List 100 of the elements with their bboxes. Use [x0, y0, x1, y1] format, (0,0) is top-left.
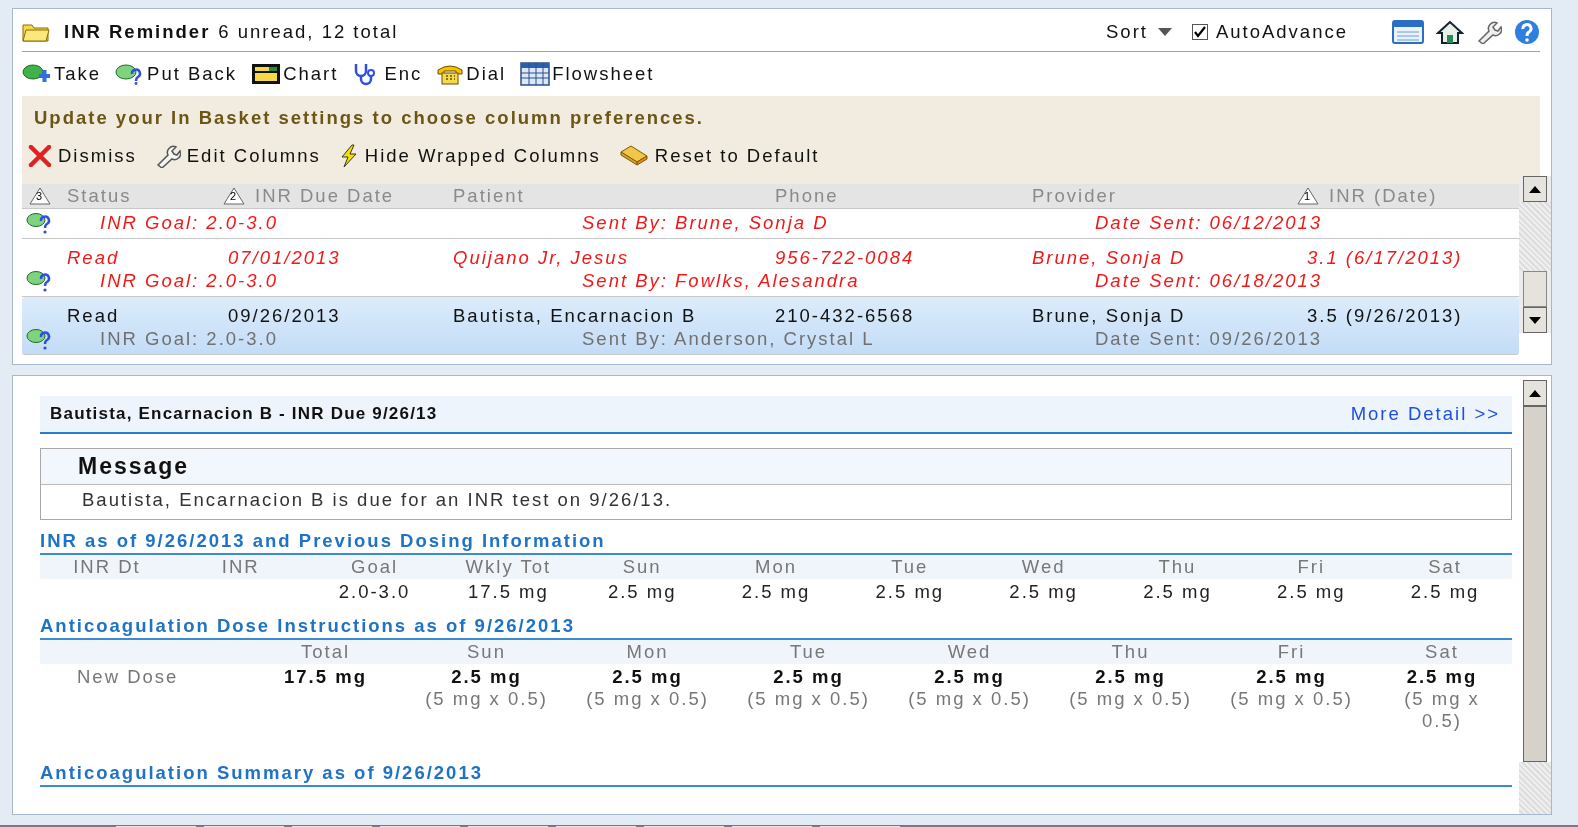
column-header: Total [245, 640, 406, 664]
column-header: Sun [575, 555, 710, 579]
column-header: Fri [1244, 555, 1379, 579]
table-cell-text: 956-722-0084 [775, 247, 916, 269]
table-cell-text: 210-432-6568 [775, 305, 916, 327]
scroll-up-button[interactable] [1523, 380, 1547, 406]
layout-icon[interactable] [1392, 20, 1424, 44]
sort-rank-icon: 1 [1297, 187, 1319, 205]
detail-title: Bautista, Encarnacion B - INR Due 9/26/13 [50, 404, 438, 424]
table-cell-text: 2.5 mg [874, 580, 946, 604]
scrollbar[interactable] [1519, 380, 1551, 814]
column-header: Tue [728, 640, 889, 664]
message-row[interactable]: INR Goal: 2.0-3.0 Sent By: Brune, Sonja D Date Sent: 06/12/2013 [22, 209, 1519, 239]
toolbar-button[interactable]: Enc [352, 62, 423, 86]
column-header[interactable]: 1 INR (Date) [1297, 185, 1519, 207]
table-cell-text: (5 mg x 0.5) [1229, 688, 1354, 710]
wrench-icon[interactable] [1476, 20, 1502, 44]
message-row[interactable]: Read 09/26/2013 Bautista, Encarnacion B 210-432-6568 Brune, Sonja D 3.5 (9/26/2013) INR Goal: 2.0-3.0 Sent By: Anderson, Crystal L Date Sent: 09/26/2013 [22, 297, 1519, 355]
column-header: Tue [842, 555, 977, 579]
message-count: 6 unread, 12 total [218, 21, 399, 43]
table-cell-text: Read [67, 247, 121, 269]
table-cell-text: 2.5 mg [1405, 665, 1479, 688]
sort-button[interactable]: Sort [1106, 21, 1172, 43]
table-cell-text: 2.5 mg [1142, 580, 1213, 604]
close-icon [28, 145, 52, 167]
table-cell-text: 2.5 mg [611, 665, 684, 688]
table-cell: 3.1 (6/17/2013) [1307, 247, 1463, 269]
scroll-up-button[interactable] [1523, 176, 1547, 202]
scroll-track[interactable] [1519, 762, 1551, 814]
column-header[interactable]: 2 INR Due Date [223, 185, 453, 207]
help-icon[interactable] [1514, 19, 1540, 45]
home-icon[interactable] [1436, 20, 1464, 44]
sort-rank-icon: 3 [29, 187, 51, 205]
table-cell: Date Sent: 06/12/2013 [1095, 212, 1323, 234]
column-header: Goal [307, 555, 442, 579]
table-cell-text: 2.5 mg [772, 665, 845, 688]
column-header: Thu [1050, 640, 1211, 664]
column-header: INR [173, 555, 308, 579]
auto-advance-checkbox[interactable] [1191, 24, 1208, 40]
toolbar-button[interactable]: Dial [436, 63, 507, 85]
table-cell: Date Sent: 09/26/2013 [1095, 328, 1323, 350]
sort-rank-icon: 2 [223, 187, 245, 205]
scrollbar[interactable] [1519, 176, 1551, 333]
action-button[interactable]: Edit Columns [154, 144, 321, 168]
table-cell-text: 2.5 mg [606, 580, 678, 604]
table-cell-text: 2.5 mg [1409, 580, 1481, 604]
table-cell-text: Read [67, 305, 121, 327]
toolbar-button[interactable]: Chart [251, 63, 339, 85]
table-cell-text: (5 mg x 0.5) [1068, 688, 1193, 710]
notice-text: Update your In Basket settings to choose column preferences. [34, 106, 705, 130]
table-cell-text: Brune, Sonja D [1032, 247, 1187, 269]
spreadsheet-icon [520, 62, 551, 86]
table-cell: 3.5 (9/26/2013) [1307, 305, 1463, 327]
action-button[interactable]: Dismiss [28, 145, 137, 167]
eraser-icon [618, 144, 649, 168]
checkbox-label: AutoAdvance [1215, 21, 1348, 43]
speech-bubble-plus-icon [22, 63, 52, 85]
table-cell-text: 2.5 mg [1255, 665, 1328, 688]
table-cell-text: 2.5 mg [450, 665, 523, 688]
table-cell-text: (5 mg x 0.5) [907, 688, 1032, 710]
column-header[interactable]: 3 Status [29, 185, 223, 207]
more-detail-link[interactable]: More Detail >> [1350, 403, 1500, 425]
toolbar-button[interactable]: Take [22, 63, 102, 85]
table-cell-text: Bautista, Encarnacion B [453, 305, 698, 327]
table-cell-text: 17.5 mg [283, 665, 368, 688]
row-label: New Dose [76, 665, 180, 689]
column-header: Mon [709, 555, 843, 579]
toolbar-button[interactable]: Put Back [115, 63, 238, 85]
table-cell-text: Sent By: Anderson, Crystal L [582, 328, 876, 350]
table-cell-text: 17.5 mg [466, 580, 550, 604]
phone-icon [436, 63, 465, 85]
section-title: Anticoagulation Summary as of 9/26/2013 [40, 762, 1512, 787]
column-header: Sun [406, 640, 567, 664]
table-cell-text: 07/01/2013 [228, 247, 342, 269]
table-cell-text: (5 mg x 0.5) [424, 688, 549, 710]
inbox-title: INR Reminder [64, 21, 211, 43]
table-cell-text: 2.5 mg [1094, 665, 1167, 688]
table-cell-text: Quijano Jr, Jesus [453, 247, 630, 269]
column-header: Sat [1372, 640, 1512, 664]
column-header: INR Dt [40, 555, 174, 579]
scroll-thumb[interactable] [1523, 271, 1547, 307]
column-header: Wed [889, 640, 1050, 664]
action-button[interactable]: Reset to Default [618, 144, 820, 168]
scroll-thumb[interactable] [1523, 406, 1547, 762]
lightning-icon [338, 144, 359, 168]
action-button[interactable]: Hide Wrapped Columns [338, 144, 601, 168]
toolbar-button[interactable]: Flowsheet [520, 62, 655, 86]
table-cell-text: 2.5 mg [740, 580, 812, 604]
table-cell-text: 2.5 mg [1276, 580, 1347, 604]
message-text: Bautista, Encarnacion B is due for an INR test on 9/26/13. [81, 488, 674, 512]
column-header: Wkly Tot [441, 555, 576, 579]
table-cell-text: INR Goal: 2.0-3.0 [100, 328, 279, 350]
table-cell-text: Brune, Sonja D [1032, 305, 1187, 327]
column-header: Wed [976, 555, 1111, 579]
message-heading: Message [41, 449, 1511, 485]
table-cell-text: 2.5 mg [933, 665, 1006, 688]
table-cell-text: Sent By: Brune, Sonja D [582, 212, 830, 234]
column-header: Fri [1211, 640, 1372, 664]
column-header: Sat [1378, 555, 1512, 579]
scroll-down-button[interactable] [1523, 307, 1547, 333]
